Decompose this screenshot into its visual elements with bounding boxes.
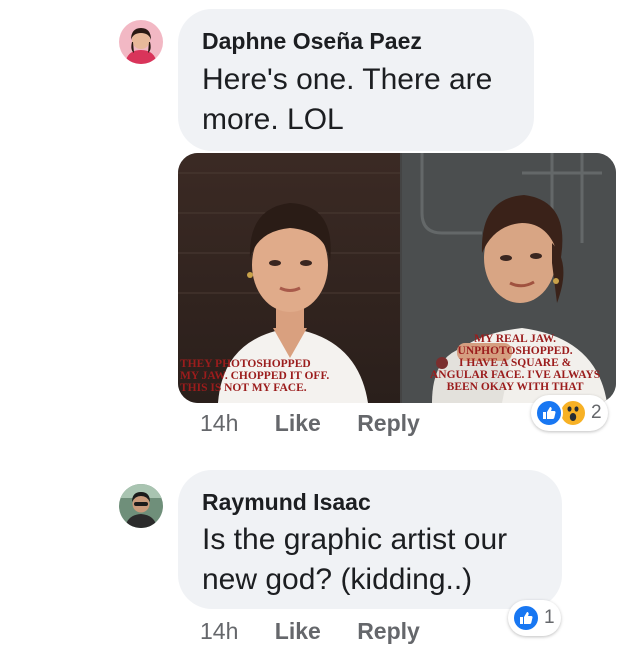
like-button[interactable]: Like bbox=[275, 618, 321, 645]
reaction-summary[interactable]: 2 bbox=[531, 395, 608, 431]
reaction-count: 1 bbox=[544, 607, 555, 628]
comment-timestamp[interactable]: 14h bbox=[200, 410, 238, 437]
like-icon bbox=[512, 604, 540, 632]
like-button[interactable]: Like bbox=[275, 410, 321, 437]
comment-timestamp[interactable]: 14h bbox=[200, 618, 238, 645]
reaction-count: 2 bbox=[591, 402, 602, 423]
reaction-summary[interactable]: 1 bbox=[508, 600, 561, 636]
comment-actions: 14h Like Reply bbox=[200, 410, 420, 437]
reply-button[interactable]: Reply bbox=[357, 618, 420, 645]
photo-caption: My real jaw. Unphotoshopped. I have a sq… bbox=[430, 333, 601, 393]
comment-text-line: new god? (kidding..) bbox=[202, 563, 473, 596]
comment-author[interactable]: Daphne Oseña Paez bbox=[202, 28, 422, 55]
avatar[interactable] bbox=[119, 20, 163, 64]
wow-icon bbox=[559, 399, 587, 427]
avatar[interactable] bbox=[119, 484, 163, 528]
reply-button[interactable]: Reply bbox=[357, 410, 420, 437]
like-icon bbox=[535, 399, 563, 427]
comment-actions: 14h Like Reply bbox=[200, 618, 420, 645]
comment-text-line: more. LOL bbox=[202, 103, 344, 136]
photo-caption: They photoshopped my jaw. Chopped it off… bbox=[180, 358, 330, 394]
comment-author[interactable]: Raymund Isaac bbox=[202, 489, 371, 516]
comment-text-line: Here's one. There are bbox=[202, 63, 493, 96]
comment-text-line: Is the graphic artist our bbox=[202, 523, 508, 556]
photo-attachment[interactable]: They photoshopped my jaw. Chopped it off… bbox=[178, 153, 616, 403]
